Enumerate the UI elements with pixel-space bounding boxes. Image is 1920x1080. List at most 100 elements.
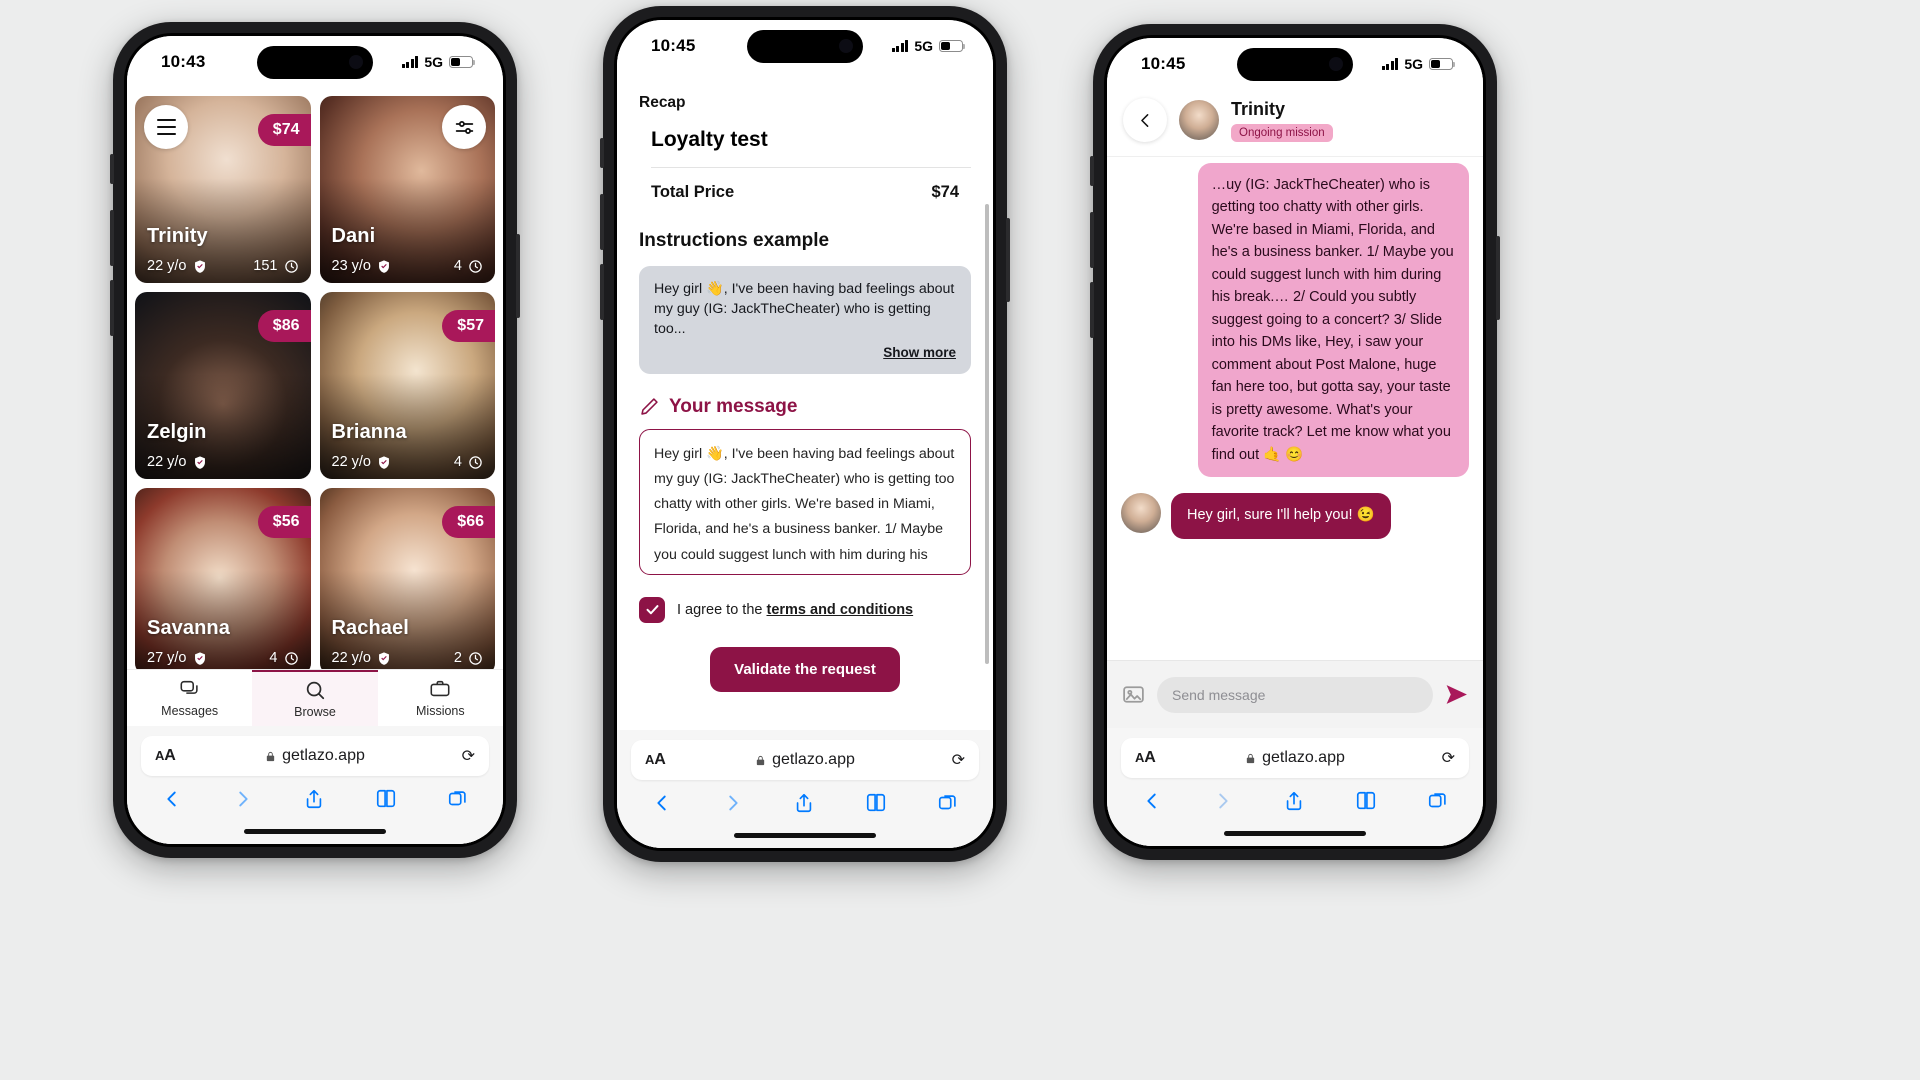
chat-header: Trinity Ongoing mission — [1107, 90, 1483, 157]
validate-request-button[interactable]: Validate the request — [710, 646, 900, 692]
url-bar[interactable]: AA getlazo.app ⟳ — [1121, 738, 1469, 778]
price-badge: $74 — [257, 114, 311, 146]
bottom-tab-bar: Messages Browse Missions — [127, 669, 503, 726]
tabs-icon[interactable] — [447, 788, 469, 810]
tabs-icon[interactable] — [937, 792, 959, 814]
avatar[interactable] — [1179, 100, 1219, 140]
profile-card[interactable]: $56 Savanna 27 y/o 4 — [135, 488, 311, 675]
share-icon[interactable] — [1283, 790, 1305, 812]
back-icon[interactable] — [161, 788, 183, 810]
chat-contact-name: Trinity — [1231, 98, 1286, 119]
tab-missions[interactable]: Missions — [378, 670, 503, 726]
verified-shield-icon — [194, 259, 205, 273]
volume-up-button[interactable] — [110, 210, 114, 266]
screenshot-stage: 10:43 5G $74 Trinity 22 y/o 151 Dani 23 … — [0, 0, 1920, 1080]
photo-attachment-icon[interactable] — [1121, 682, 1146, 707]
hamburger-menu-icon[interactable] — [144, 105, 188, 149]
status-time: 10:45 — [1141, 54, 1186, 73]
message-row-outgoing: Hey girl, sure I'll help you! 😉 — [1121, 493, 1469, 539]
forward-icon[interactable] — [232, 788, 254, 810]
home-indicator — [631, 822, 979, 848]
bookmarks-icon[interactable] — [374, 788, 398, 810]
tabs-icon[interactable] — [1427, 790, 1449, 812]
share-icon[interactable] — [303, 788, 325, 810]
profile-age: 23 y/o — [331, 258, 372, 274]
volume-down-button[interactable] — [1090, 282, 1094, 338]
mute-switch[interactable] — [110, 154, 114, 184]
profile-card[interactable]: $86 Zelgin 22 y/o — [135, 292, 311, 479]
tab-browse[interactable]: Browse — [252, 670, 378, 726]
send-message-input[interactable] — [1157, 676, 1433, 713]
volume-up-button[interactable] — [1090, 212, 1094, 268]
verified-shield-icon — [194, 651, 205, 665]
url-display: getlazo.app — [1121, 749, 1469, 767]
profile-meta: 27 y/o 4 — [147, 650, 299, 666]
phone-recap-form: 10:45 5G Recap Loyalty test Total Price … — [600, 6, 1010, 862]
profile-age: 22 y/o — [331, 454, 372, 470]
divider — [651, 167, 971, 168]
terms-checkbox[interactable] — [639, 596, 665, 623]
url-display: getlazo.app — [631, 751, 979, 769]
briefcase-icon — [430, 680, 450, 697]
tab-label: Browse — [294, 705, 336, 719]
forward-icon[interactable] — [722, 792, 744, 814]
safari-toolbar — [1121, 778, 1469, 820]
total-price-row: Total Price $74 — [651, 183, 959, 202]
status-indicators: 5G — [401, 54, 475, 70]
verified-shield-icon — [379, 651, 389, 665]
power-button[interactable] — [516, 234, 520, 318]
dynamic-island — [257, 46, 373, 79]
dynamic-island — [1237, 48, 1353, 81]
show-more-link[interactable]: Show more — [654, 343, 956, 362]
url-bar[interactable]: AA getlazo.app ⟳ — [141, 736, 489, 776]
back-icon[interactable] — [1141, 790, 1163, 812]
back-button[interactable] — [1123, 98, 1167, 142]
safari-chrome: AA getlazo.app ⟳ — [617, 730, 993, 848]
mute-switch[interactable] — [600, 138, 604, 168]
terms-prefix: I agree to the — [677, 601, 767, 618]
message-textarea[interactable]: Hey girl 👋, I've been having bad feeling… — [639, 428, 971, 575]
profile-card[interactable]: $57 Brianna 22 y/o 4 — [319, 292, 495, 479]
instructions-example-bubble: Hey girl 👋, I've been having bad feeling… — [639, 266, 971, 374]
status-time: 10:43 — [161, 52, 206, 71]
volume-up-button[interactable] — [600, 194, 604, 250]
price-badge: $86 — [257, 310, 311, 342]
status-bar: 10:43 5G — [127, 36, 503, 88]
profile-meta: 22 y/o — [147, 454, 299, 470]
volume-down-button[interactable] — [600, 264, 604, 320]
browse-screen: $74 Trinity 22 y/o 151 Dani 23 y/o 4 $86… — [127, 88, 503, 726]
back-icon[interactable] — [651, 792, 673, 814]
mute-switch[interactable] — [1090, 156, 1094, 186]
dynamic-island — [747, 30, 863, 63]
profile-grid: $74 Trinity 22 y/o 151 Dani 23 y/o 4 $86… — [127, 88, 503, 675]
chat-contact-block: Trinity Ongoing mission — [1231, 99, 1333, 142]
network-label: 5G — [914, 38, 933, 54]
filter-sliders-icon[interactable] — [442, 105, 486, 149]
mission-clock-icon — [284, 651, 298, 665]
send-arrow-icon[interactable] — [1444, 682, 1469, 707]
lock-icon — [266, 751, 275, 761]
your-message-label: Your message — [669, 395, 798, 417]
bookmarks-icon[interactable] — [1354, 790, 1378, 812]
terms-link[interactable]: terms and conditions — [766, 602, 913, 618]
lock-icon — [1246, 753, 1255, 763]
power-button[interactable] — [1006, 218, 1010, 302]
page-scrollbar[interactable] — [985, 204, 989, 664]
profile-card[interactable]: $66 Rachael 22 y/o 2 — [319, 488, 495, 675]
tab-label: Messages — [161, 704, 219, 718]
volume-down-button[interactable] — [110, 280, 114, 336]
url-bar[interactable]: AA getlazo.app ⟳ — [631, 740, 979, 780]
power-button[interactable] — [1496, 236, 1500, 320]
share-icon[interactable] — [793, 792, 815, 814]
price-badge: $57 — [442, 310, 495, 342]
terms-agreement-row[interactable]: I agree to the terms and conditions — [639, 596, 971, 623]
chat-message-list[interactable]: …uy (IG: JackTheCheater) who is getting … — [1107, 157, 1483, 660]
request-form-screen: Recap Loyalty test Total Price $74 Instr… — [617, 72, 993, 730]
tab-messages[interactable]: Messages — [127, 670, 252, 726]
bookmarks-icon[interactable] — [864, 792, 888, 814]
network-label: 5G — [1404, 56, 1423, 72]
safari-toolbar — [631, 780, 979, 822]
mission-clock-icon — [469, 651, 482, 665]
phone-bezel: 10:45 5G Recap Loyalty test Total Price … — [614, 17, 996, 851]
mission-clock-icon — [469, 259, 482, 273]
